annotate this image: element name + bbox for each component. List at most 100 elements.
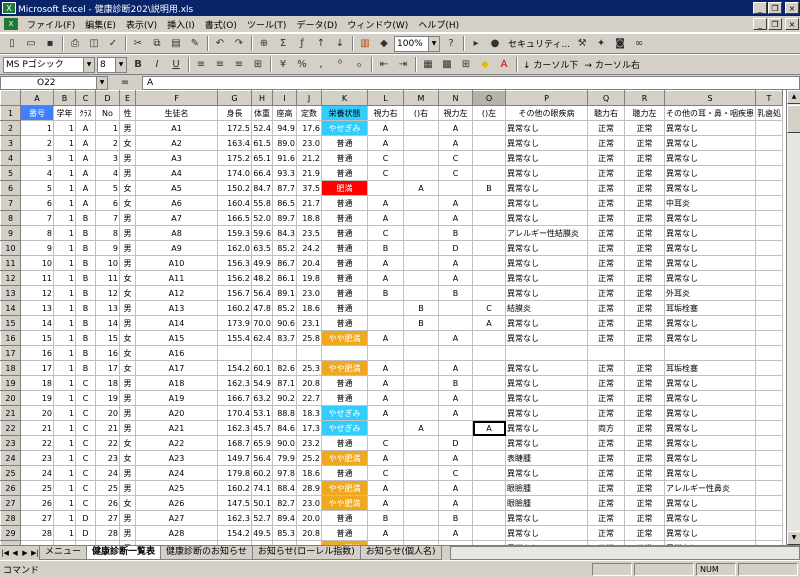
cell-M19[interactable] [403, 375, 439, 391]
cell-S8[interactable]: 異常なし [664, 210, 756, 226]
column-header[interactable]: N [438, 90, 473, 106]
cell-N13[interactable]: B [438, 285, 473, 301]
cell-O19[interactable] [472, 375, 506, 391]
cell-T18[interactable] [755, 360, 783, 376]
underline-icon[interactable]: U [167, 56, 185, 73]
header-cell[interactable]: ()右 [403, 105, 439, 121]
cell-D2[interactable]: 1 [95, 120, 120, 136]
cell-P15[interactable]: 異常なし [505, 315, 588, 331]
cell-P12[interactable]: 異常なし [505, 270, 588, 286]
cell-C6[interactable]: A [75, 180, 96, 196]
cell-K4[interactable]: 普通 [321, 150, 368, 166]
cell-D22[interactable]: 21 [95, 420, 120, 436]
cell-I8[interactable]: 89.7 [272, 210, 297, 226]
cell-B13[interactable]: 1 [53, 285, 76, 301]
cell-E28[interactable]: 男 [119, 510, 136, 526]
cut-icon[interactable]: ✂ [129, 35, 147, 52]
cell-L18[interactable]: A [367, 360, 404, 376]
cell-I10[interactable]: 85.2 [272, 240, 297, 256]
menu-file[interactable]: ファイル(F) [22, 18, 80, 31]
column-header[interactable]: S [664, 90, 756, 106]
cell-L13[interactable]: B [367, 285, 404, 301]
cell-J2[interactable]: 17.6 [296, 120, 322, 136]
cell-I9[interactable]: 84.3 [272, 225, 297, 241]
column-header[interactable]: G [217, 90, 252, 106]
cell-I3[interactable]: 89.0 [272, 135, 297, 151]
cell-R10[interactable]: 正常 [624, 240, 665, 256]
cell-C8[interactable]: B [75, 210, 96, 226]
row-header[interactable]: 6 [0, 180, 21, 196]
cell-Q29[interactable]: 正常 [587, 525, 625, 541]
cell-P2[interactable]: 異常なし [505, 120, 588, 136]
cell-S6[interactable]: 異常なし [664, 180, 756, 196]
cell-K10[interactable]: 普通 [321, 240, 368, 256]
cell-S4[interactable]: 異常なし [664, 150, 756, 166]
cell-D10[interactable]: 9 [95, 240, 120, 256]
cell-D7[interactable]: 6 [95, 195, 120, 211]
cell-N10[interactable]: D [438, 240, 473, 256]
cell-C13[interactable]: B [75, 285, 96, 301]
cell-D6[interactable]: 5 [95, 180, 120, 196]
cell-P6[interactable]: 異常なし [505, 180, 588, 196]
cell-H3[interactable]: 61.5 [251, 135, 273, 151]
cell-C3[interactable]: A [75, 135, 96, 151]
cell-I17[interactable] [272, 345, 297, 361]
cell-R8[interactable]: 正常 [624, 210, 665, 226]
cell-I2[interactable]: 94.9 [272, 120, 297, 136]
increase-decimal-icon[interactable]: ⁰ [331, 56, 349, 73]
cell-Q12[interactable]: 正常 [587, 270, 625, 286]
cell-O6[interactable]: B [472, 180, 506, 196]
cell-F2[interactable]: A1 [135, 120, 218, 136]
menu-data[interactable]: データ(D) [291, 18, 342, 31]
cell-E14[interactable]: 男 [119, 300, 136, 316]
worksheet-grid[interactable]: ABCDEFGHIJKLMNOPQRST 1 番号 学年 ｸﾗｽ No 性生徒名 身長 体重座… [0, 90, 786, 545]
cell-C29[interactable]: D [75, 525, 96, 541]
cell-C4[interactable]: A [75, 150, 96, 166]
cell-A17[interactable]: 16 [20, 345, 54, 361]
cell-R21[interactable]: 正常 [624, 405, 665, 421]
cell-S19[interactable]: 異常なし [664, 375, 756, 391]
cell-R20[interactable]: 正常 [624, 390, 665, 406]
header-cell[interactable]: 生徒名 [135, 105, 218, 121]
cell-Q16[interactable]: 正常 [587, 330, 625, 346]
cell-J28[interactable]: 20.0 [296, 510, 322, 526]
cell-L15[interactable] [367, 315, 404, 331]
column-header[interactable]: T [755, 90, 783, 106]
cell-H6[interactable]: 84.7 [251, 180, 273, 196]
excel-app-icon[interactable]: X [2, 2, 16, 14]
cell-H22[interactable]: 45.7 [251, 420, 273, 436]
cell-E23[interactable]: 女 [119, 435, 136, 451]
vb-editor-icon[interactable]: ◙ [611, 35, 629, 52]
cell-B26[interactable]: 1 [53, 480, 76, 496]
cell-B23[interactable]: 1 [53, 435, 76, 451]
cell-R12[interactable]: 正常 [624, 270, 665, 286]
cell-C18[interactable]: B [75, 360, 96, 376]
cell-L2[interactable]: A [367, 120, 404, 136]
save-icon[interactable]: ▪ [41, 35, 59, 52]
cell-M16[interactable] [403, 330, 439, 346]
cell-T28[interactable] [755, 510, 783, 526]
cell-R19[interactable]: 正常 [624, 375, 665, 391]
cell-E20[interactable]: 男 [119, 390, 136, 406]
drawing-icon[interactable]: ◆ [375, 35, 393, 52]
cell-A16[interactable]: 15 [20, 330, 54, 346]
cell-B17[interactable]: 1 [53, 345, 76, 361]
cell-S26[interactable]: アレルギー性鼻炎 [664, 480, 756, 496]
cell-A4[interactable]: 3 [20, 150, 54, 166]
cell-T11[interactable] [755, 255, 783, 271]
cell-B22[interactable]: 1 [53, 420, 76, 436]
cell-S25[interactable]: 異常なし [664, 465, 756, 481]
cell-B19[interactable]: 1 [53, 375, 76, 391]
cell-M9[interactable] [403, 225, 439, 241]
cell-I26[interactable]: 88.4 [272, 480, 297, 496]
cell-G20[interactable]: 166.7 [217, 390, 252, 406]
cell-T17[interactable] [755, 345, 783, 361]
cell-K17[interactable] [321, 345, 368, 361]
cell-R13[interactable]: 正常 [624, 285, 665, 301]
header-cell[interactable]: 学年 [53, 105, 76, 121]
cell-R5[interactable]: 正常 [624, 165, 665, 181]
cell-B12[interactable]: 1 [53, 270, 76, 286]
header-cell[interactable]: 聴力右 [587, 105, 625, 121]
header-cell[interactable]: 栄養状態 [321, 105, 368, 121]
cell-Q3[interactable]: 正常 [587, 135, 625, 151]
